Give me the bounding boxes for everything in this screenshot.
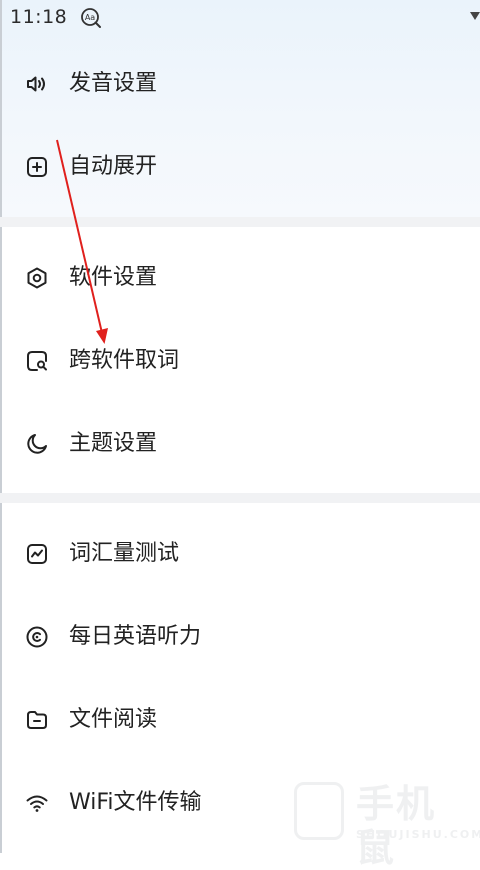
plus-square-icon xyxy=(25,155,49,179)
signal-icon xyxy=(470,12,480,20)
watermark-text: 手机鼠 xyxy=(356,782,437,870)
menu-item-label: 主题设置 xyxy=(69,431,158,456)
moon-icon xyxy=(25,432,49,456)
watermark-subtext: SHOUJISHU.COM xyxy=(356,828,480,841)
menu-item-cross-app-lookup[interactable]: 跨软件取词 xyxy=(0,331,480,391)
chart-line-icon xyxy=(25,542,49,566)
menu-item-label: 每日英语听力 xyxy=(69,624,202,649)
menu-item-theme-settings[interactable]: 主题设置 xyxy=(0,414,480,474)
speaker-icon xyxy=(25,72,49,96)
status-time: 11:18 xyxy=(10,6,68,28)
menu-item-label: 文件阅读 xyxy=(69,707,158,732)
search-square-icon xyxy=(25,349,49,373)
watermark-frame xyxy=(294,782,344,840)
watermark-logo: 手机鼠 SHOUJISHU.COM xyxy=(294,780,480,870)
translate-app-icon-text: Aa xyxy=(85,13,95,22)
menu-item-label: 软件设置 xyxy=(69,265,158,290)
menu-item-label: WiFi文件传输 xyxy=(69,790,202,815)
menu-item-label: 词汇量测试 xyxy=(69,541,180,566)
menu-item-auto-expand[interactable]: 自动展开 xyxy=(0,137,480,197)
translate-app-icon: Aa xyxy=(80,7,102,29)
folder-icon xyxy=(25,708,49,732)
menu-item-label: 自动展开 xyxy=(69,154,158,179)
menu-item-label: 发音设置 xyxy=(69,71,158,96)
wifi-icon xyxy=(25,791,49,815)
section-divider xyxy=(0,493,480,503)
status-bar: 11:18 Aa xyxy=(0,0,480,38)
section-divider xyxy=(0,217,480,227)
listening-icon xyxy=(25,625,49,649)
menu-item-vocabulary-test[interactable]: 词汇量测试 xyxy=(0,524,480,584)
menu-item-label: 跨软件取词 xyxy=(69,348,180,373)
menu-item-pronunciation-settings[interactable]: 发音设置 xyxy=(0,54,480,114)
menu-item-software-settings[interactable]: 软件设置 xyxy=(0,248,480,308)
menu-item-daily-english-listening[interactable]: 每日英语听力 xyxy=(0,607,480,667)
menu-item-file-reading[interactable]: 文件阅读 xyxy=(0,690,480,750)
hexagon-settings-icon xyxy=(25,266,49,290)
